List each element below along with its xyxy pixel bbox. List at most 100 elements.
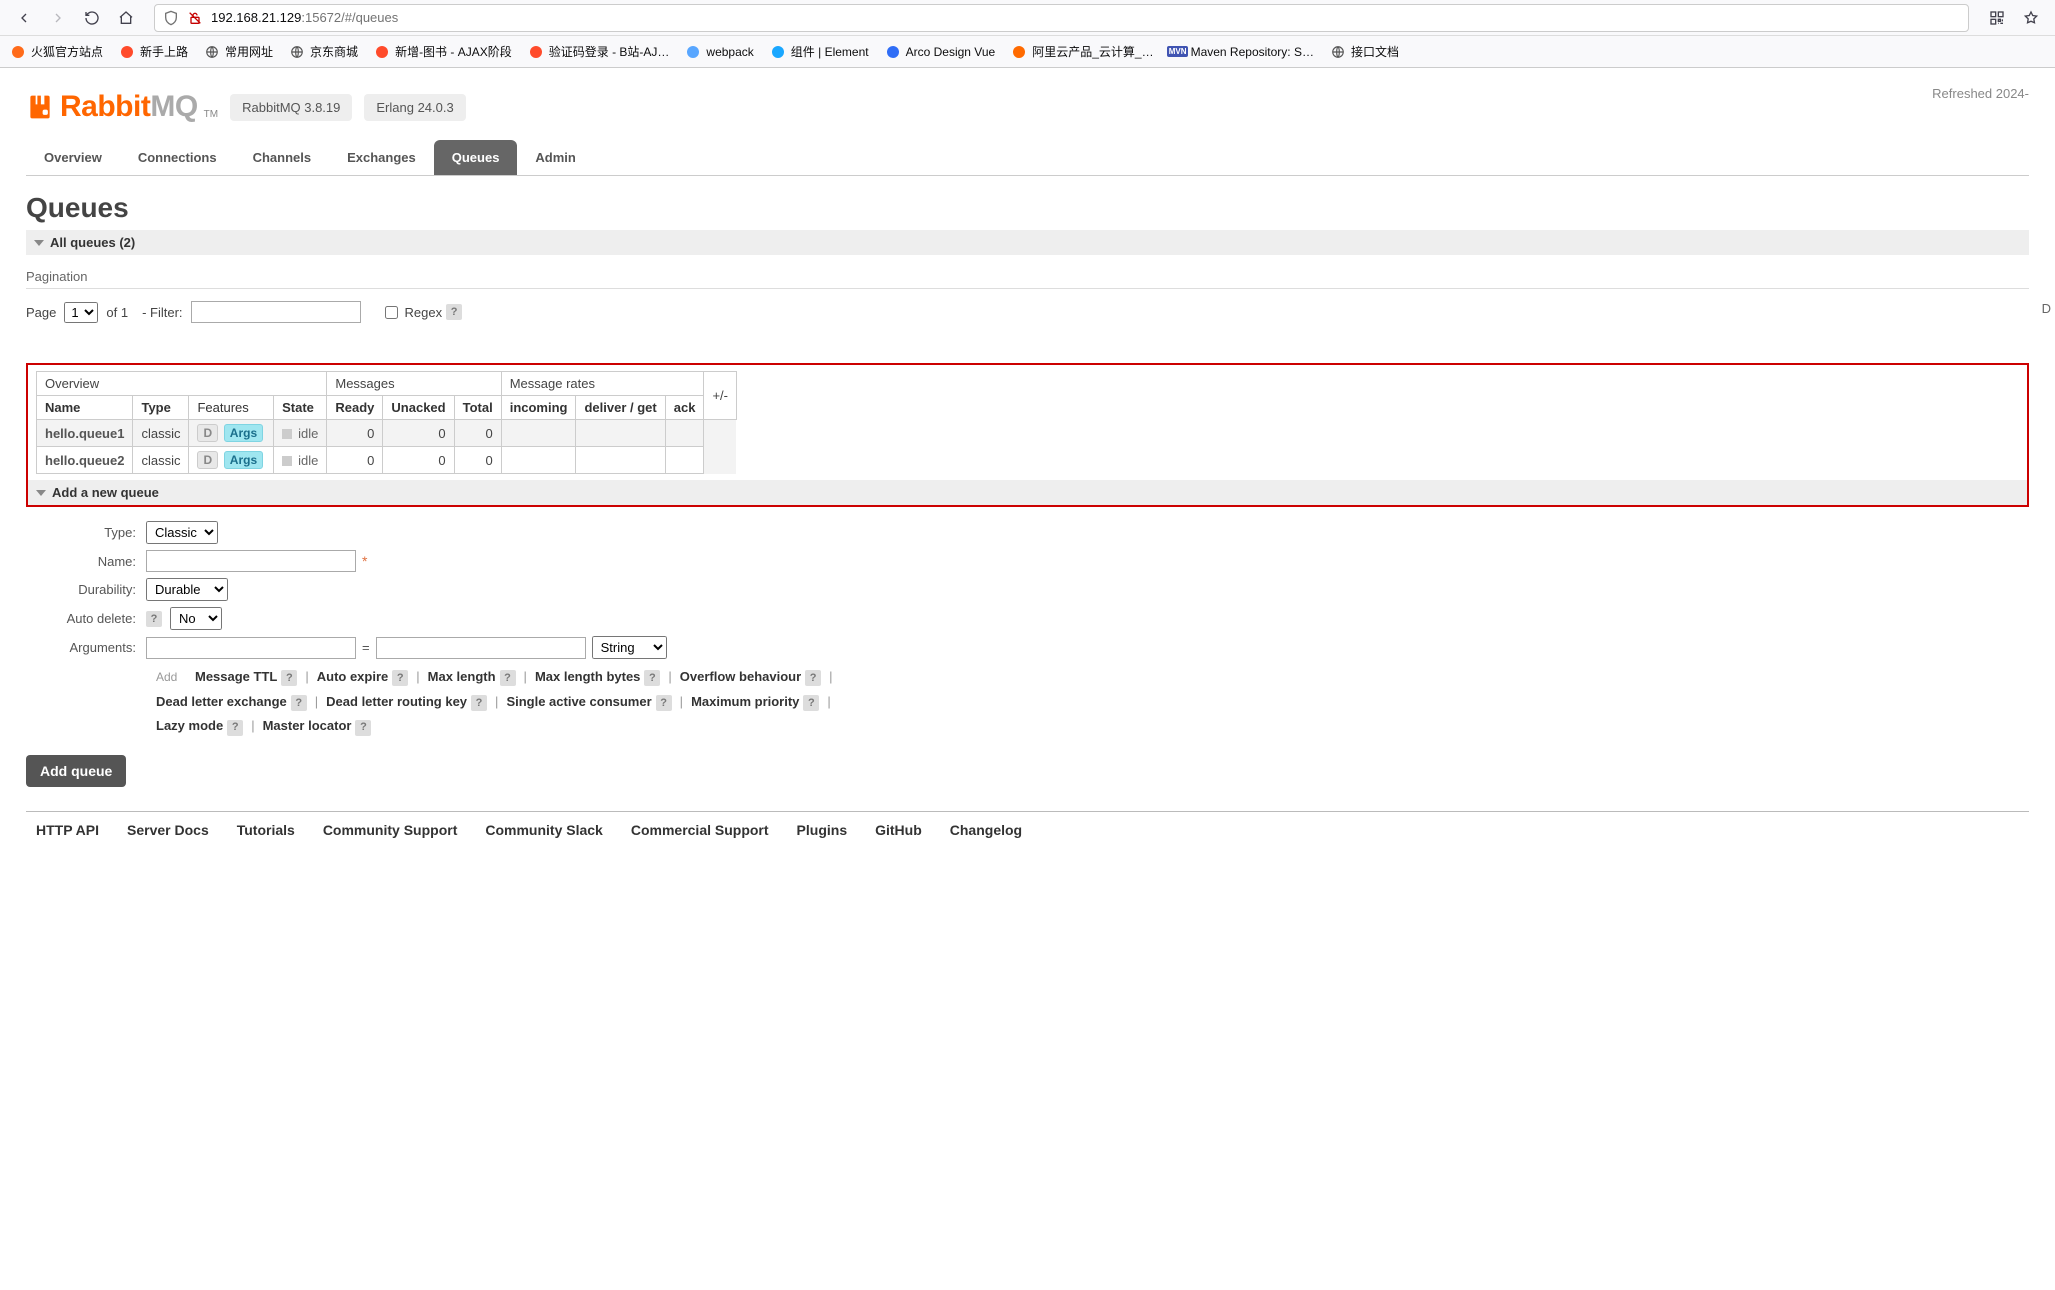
col-name[interactable]: Name bbox=[37, 396, 133, 420]
argument-shortcut[interactable]: Max length bbox=[428, 669, 496, 684]
col-incoming[interactable]: incoming bbox=[501, 396, 576, 420]
shortcut-help-icon[interactable]: ? bbox=[803, 695, 819, 711]
durability-select[interactable]: Durable bbox=[146, 578, 228, 601]
shortcut-help-icon[interactable]: ? bbox=[227, 720, 243, 736]
footer-link[interactable]: Community Support bbox=[323, 822, 458, 838]
nav-home-button[interactable] bbox=[112, 4, 140, 32]
tab-queues[interactable]: Queues bbox=[434, 140, 518, 175]
bookmarks-bar: 火狐官方站点新手上路常用网址京东商城新增-图书 - AJAX阶段验证码登录 - … bbox=[0, 36, 2055, 68]
bookmark-favicon-icon bbox=[10, 44, 26, 60]
footer-link[interactable]: Server Docs bbox=[127, 822, 209, 838]
argument-shortcut[interactable]: Maximum priority bbox=[691, 694, 799, 709]
tab-exchanges[interactable]: Exchanges bbox=[329, 140, 434, 175]
bookmark-item[interactable]: 验证码登录 - B站-AJ… bbox=[528, 43, 670, 60]
cell-type: classic bbox=[133, 447, 189, 474]
name-label: Name: bbox=[26, 554, 146, 569]
shortcut-help-icon[interactable]: ? bbox=[281, 670, 297, 686]
page-label: Page bbox=[26, 305, 56, 320]
section-add-queue[interactable]: Add a new queue bbox=[28, 480, 2027, 505]
footer-link[interactable]: Plugins bbox=[797, 822, 848, 838]
argument-shortcut[interactable]: Dead letter routing key bbox=[326, 694, 467, 709]
nav-forward-button[interactable] bbox=[44, 4, 72, 32]
bookmark-item[interactable]: Arco Design Vue bbox=[885, 44, 996, 60]
bookmark-item[interactable]: 新增-图书 - AJAX阶段 bbox=[374, 43, 512, 60]
footer-link[interactable]: HTTP API bbox=[36, 822, 99, 838]
footer-link[interactable]: Community Slack bbox=[485, 822, 602, 838]
bookmark-item[interactable]: 新手上路 bbox=[119, 43, 188, 60]
bookmark-item[interactable]: 京东商城 bbox=[289, 43, 358, 60]
regex-checkbox[interactable] bbox=[385, 306, 398, 319]
shortcut-help-icon[interactable]: ? bbox=[355, 720, 371, 736]
nav-back-button[interactable] bbox=[10, 4, 38, 32]
bookmark-item[interactable]: 常用网址 bbox=[204, 43, 273, 60]
nav-reload-button[interactable] bbox=[78, 4, 106, 32]
cell-name[interactable]: hello.queue1 bbox=[37, 420, 133, 447]
bookmark-item[interactable]: 组件 | Element bbox=[770, 43, 869, 60]
version-badge: RabbitMQ 3.8.19 bbox=[230, 94, 352, 121]
state-indicator-icon bbox=[282, 429, 292, 439]
autodelete-label: Auto delete: bbox=[26, 611, 146, 626]
autodelete-help-icon[interactable]: ? bbox=[146, 611, 162, 627]
type-select[interactable]: Classic bbox=[146, 521, 218, 544]
tab-admin[interactable]: Admin bbox=[517, 140, 593, 175]
col-group-overview: Overview bbox=[37, 372, 327, 396]
pagination-heading: Pagination bbox=[26, 269, 2029, 289]
argument-shortcut[interactable]: Dead letter exchange bbox=[156, 694, 287, 709]
argument-shortcut[interactable]: Message TTL bbox=[195, 669, 277, 684]
col-features[interactable]: Features bbox=[189, 396, 274, 420]
footer-link[interactable]: Changelog bbox=[950, 822, 1022, 838]
bookmark-favicon-icon bbox=[204, 44, 220, 60]
regex-help-icon[interactable]: ? bbox=[446, 304, 462, 320]
footer-link[interactable]: Tutorials bbox=[237, 822, 295, 838]
argument-shortcut[interactable]: Max length bytes bbox=[535, 669, 640, 684]
argument-shortcut[interactable]: Lazy mode bbox=[156, 718, 223, 733]
bookmark-label: 接口文档 bbox=[1351, 43, 1399, 60]
bookmark-item[interactable]: MVNMaven Repository: S… bbox=[1170, 44, 1314, 60]
col-unacked[interactable]: Unacked bbox=[383, 396, 454, 420]
bookmark-star-icon[interactable] bbox=[2017, 4, 2045, 32]
bookmark-item[interactable]: 火狐官方站点 bbox=[10, 43, 103, 60]
cell-total: 0 bbox=[454, 420, 501, 447]
footer-link[interactable]: Commercial Support bbox=[631, 822, 769, 838]
url-bar[interactable]: 192.168.21.129:15672/#/queues bbox=[154, 4, 1969, 32]
shortcut-help-icon[interactable]: ? bbox=[500, 670, 516, 686]
argument-shortcut[interactable]: Auto expire bbox=[317, 669, 389, 684]
argument-shortcut[interactable]: Overflow behaviour bbox=[680, 669, 801, 684]
display-mode-letter[interactable]: D bbox=[2042, 301, 2051, 316]
shortcut-help-icon[interactable]: ? bbox=[805, 670, 821, 686]
footer-link[interactable]: GitHub bbox=[875, 822, 922, 838]
qr-icon[interactable] bbox=[1983, 4, 2011, 32]
bookmark-favicon-icon bbox=[119, 44, 135, 60]
tab-overview[interactable]: Overview bbox=[26, 140, 120, 175]
col-total[interactable]: Total bbox=[454, 396, 501, 420]
argument-type-select[interactable]: String bbox=[592, 636, 667, 659]
col-ack[interactable]: ack bbox=[665, 396, 704, 420]
autodelete-select[interactable]: No bbox=[170, 607, 222, 630]
bookmark-item[interactable]: 阿里云产品_云计算_… bbox=[1011, 43, 1153, 60]
bookmark-item[interactable]: 接口文档 bbox=[1330, 43, 1399, 60]
argument-shortcut[interactable]: Master locator bbox=[263, 718, 352, 733]
col-deliver[interactable]: deliver / get bbox=[576, 396, 665, 420]
filter-input[interactable] bbox=[191, 301, 361, 323]
tab-connections[interactable]: Connections bbox=[120, 140, 235, 175]
argument-key-input[interactable] bbox=[146, 637, 356, 659]
page-select[interactable]: 1 bbox=[64, 302, 98, 323]
argument-value-input[interactable] bbox=[376, 637, 586, 659]
cell-name[interactable]: hello.queue2 bbox=[37, 447, 133, 474]
section-all-queues[interactable]: All queues (2) bbox=[26, 230, 2029, 255]
shortcut-help-icon[interactable]: ? bbox=[471, 695, 487, 711]
name-input[interactable] bbox=[146, 550, 356, 572]
argument-shortcut[interactable]: Single active consumer bbox=[506, 694, 651, 709]
shortcut-help-icon[interactable]: ? bbox=[291, 695, 307, 711]
col-type[interactable]: Type bbox=[133, 396, 189, 420]
shortcut-help-icon[interactable]: ? bbox=[644, 670, 660, 686]
add-queue-button[interactable]: Add queue bbox=[26, 755, 126, 787]
argument-add-label[interactable]: Add bbox=[156, 670, 177, 684]
col-plusminus[interactable]: +/- bbox=[704, 372, 737, 420]
shortcut-help-icon[interactable]: ? bbox=[656, 695, 672, 711]
tab-channels[interactable]: Channels bbox=[235, 140, 330, 175]
bookmark-item[interactable]: webpack bbox=[685, 44, 753, 60]
col-ready[interactable]: Ready bbox=[327, 396, 383, 420]
col-state[interactable]: State bbox=[274, 396, 327, 420]
shortcut-help-icon[interactable]: ? bbox=[392, 670, 408, 686]
